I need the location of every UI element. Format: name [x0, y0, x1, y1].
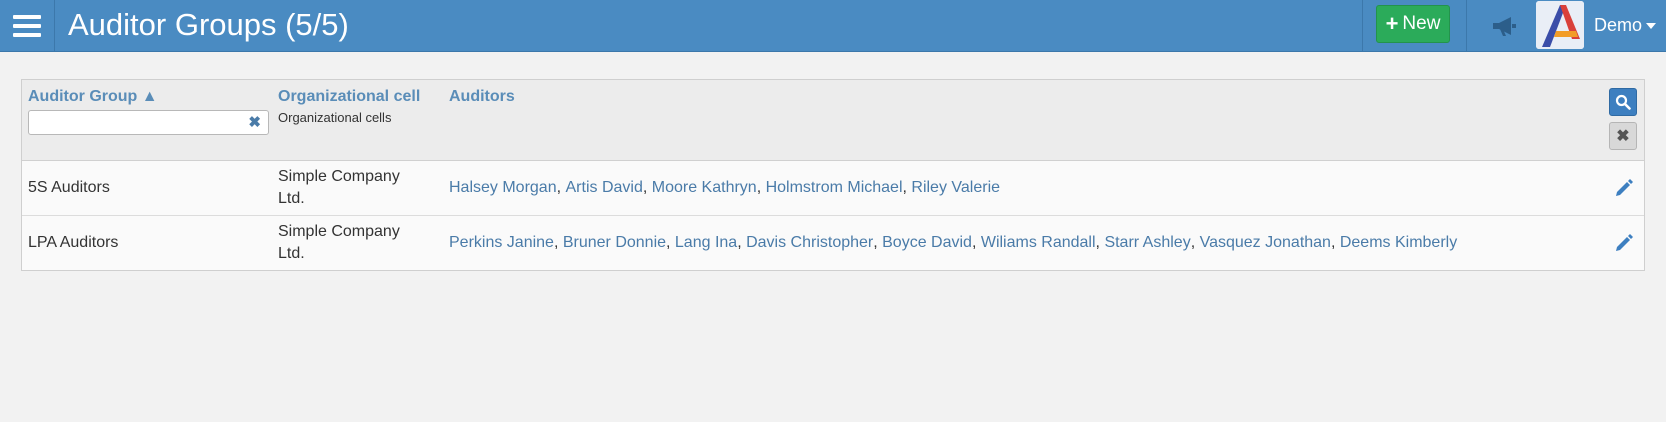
separator: ,: [553, 234, 563, 251]
auditor-group-name: 5S Auditors: [28, 179, 110, 196]
auditor-link[interactable]: Perkins Janine: [449, 234, 554, 252]
auditor-group-filter-input[interactable]: [29, 111, 251, 134]
auditor-link[interactable]: Boyce David: [882, 234, 972, 252]
auditor-link[interactable]: Riley Valerie: [911, 179, 1000, 197]
new-button-label: New: [1402, 13, 1441, 34]
megaphone-icon[interactable]: [1488, 10, 1520, 42]
auditor-link[interactable]: Halsey Morgan: [449, 179, 557, 197]
auditor-link[interactable]: Starr Ashley: [1104, 234, 1190, 252]
auditor-link[interactable]: Artis David: [566, 179, 643, 197]
close-icon: ✖: [1616, 128, 1630, 145]
edit-icon[interactable]: [1614, 178, 1634, 198]
table-row: LPA Auditors Simple Company Ltd. Perkins J…: [22, 216, 1644, 270]
chevron-down-icon: [1646, 23, 1657, 30]
column-header-org-cell[interactable]: Organizational cell: [278, 88, 420, 106]
auditors-list: Halsey Morgan, Artis David, Moore Kathry…: [449, 161, 1000, 215]
separator: ,: [737, 234, 747, 251]
menu-icon[interactable]: [0, 0, 55, 52]
separator: ,: [1330, 234, 1340, 251]
column-header-auditors[interactable]: Auditors: [449, 88, 515, 106]
auditor-link[interactable]: Lang Ina: [675, 234, 737, 252]
reset-filters-button[interactable]: ✖: [1609, 122, 1637, 150]
separator: ,: [642, 179, 652, 196]
user-label: Demo: [1594, 15, 1643, 35]
search-button[interactable]: [1609, 88, 1637, 116]
column-auditors: Auditors: [449, 88, 515, 106]
separator: ,: [902, 179, 912, 196]
clear-filter-icon[interactable]: ✖: [248, 114, 261, 131]
org-cell-value: Simple Company Ltd.: [278, 168, 400, 207]
separator: ,: [556, 179, 566, 196]
top-bar: Auditor Groups (5/5) + New Demo: [0, 0, 1666, 52]
separator: ,: [873, 234, 883, 251]
auditors-list: Perkins Janine, Bruner Donnie, Lang Ina,…: [449, 216, 1457, 270]
user-menu[interactable]: Demo: [1594, 0, 1657, 50]
divider: [1466, 0, 1467, 52]
search-icon: [1615, 94, 1631, 110]
column-auditor-group: Auditor Group ▲ ✖: [28, 88, 269, 135]
divider: [1362, 0, 1363, 52]
table-row: 5S Auditors Simple Company Ltd. Halsey Mor…: [22, 161, 1644, 216]
auditor-link[interactable]: Vasquez Jonathan: [1200, 234, 1331, 252]
column-header-auditor-group[interactable]: Auditor Group ▲: [28, 88, 269, 106]
org-cell-filter-label[interactable]: Organizational cells: [278, 110, 420, 125]
column-org-cell: Organizational cell Organizational cells: [278, 88, 420, 125]
table-body: 5S Auditors Simple Company Ltd. Halsey Mor…: [22, 161, 1644, 270]
auditor-link[interactable]: Bruner Donnie: [563, 234, 666, 252]
auditor-link[interactable]: Moore Kathryn: [652, 179, 757, 197]
separator: ,: [1095, 234, 1105, 251]
auditor-link[interactable]: Holmstrom Michael: [766, 179, 903, 197]
auditor-link[interactable]: Wiliams Randall: [981, 234, 1096, 252]
edit-icon[interactable]: [1614, 233, 1634, 253]
page-title: Auditor Groups (5/5): [68, 7, 349, 42]
separator: ,: [971, 234, 981, 251]
auditor-group-filter: ✖: [28, 110, 269, 135]
auditor-link[interactable]: Deems Kimberly: [1340, 234, 1457, 252]
auditor-link[interactable]: Davis Christopher: [746, 234, 873, 252]
new-button[interactable]: + New: [1376, 5, 1450, 43]
table-header: Auditor Group ▲ ✖ Organizational cell Or…: [22, 80, 1644, 161]
auditor-groups-table: Auditor Group ▲ ✖ Organizational cell Or…: [21, 79, 1645, 271]
org-cell-value: Simple Company Ltd.: [278, 223, 400, 262]
avatar[interactable]: [1536, 1, 1584, 49]
separator: ,: [666, 234, 675, 251]
plus-icon: +: [1385, 11, 1399, 36]
auditor-group-name: LPA Auditors: [28, 234, 119, 251]
separator: ,: [756, 179, 766, 196]
separator: ,: [1190, 234, 1200, 251]
